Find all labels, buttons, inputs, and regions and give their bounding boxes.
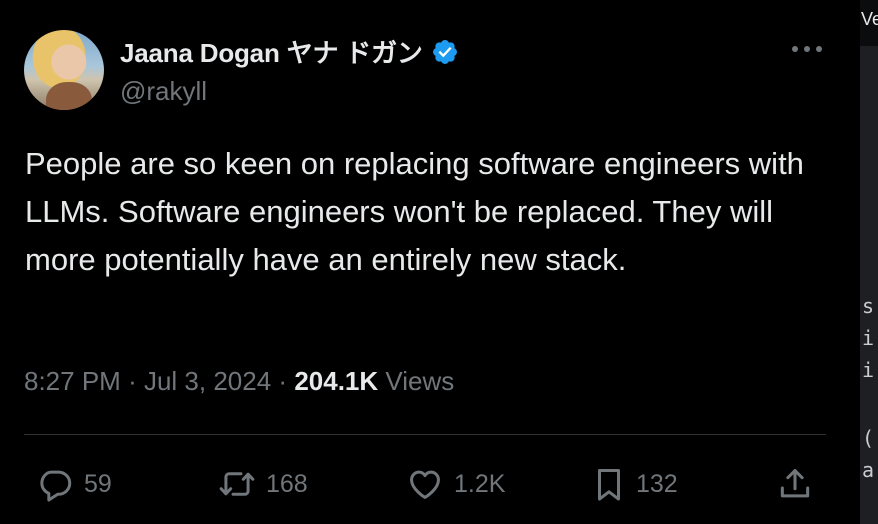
background-window: Ve s i i ( a bbox=[860, 0, 878, 524]
repost-button[interactable]: 168 bbox=[216, 462, 308, 506]
more-icon bbox=[792, 46, 822, 52]
views-label: Views bbox=[385, 366, 455, 396]
code-fragment: s bbox=[862, 294, 875, 318]
views-count[interactable]: 204.1K bbox=[294, 366, 378, 396]
reply-count: 59 bbox=[84, 469, 112, 498]
meta-separator: · bbox=[128, 366, 137, 396]
like-button[interactable]: 1.2K bbox=[404, 462, 505, 506]
verified-badge-icon[interactable] bbox=[431, 38, 459, 66]
author-handle[interactable]: @rakyll bbox=[120, 76, 207, 107]
bookmark-count: 132 bbox=[636, 469, 678, 498]
repost-count: 168 bbox=[266, 469, 308, 498]
avatar-figure bbox=[46, 82, 92, 110]
share-button[interactable] bbox=[776, 462, 814, 506]
tweet-time[interactable]: 8:27 PM bbox=[24, 366, 121, 396]
bookmark-icon bbox=[597, 469, 621, 501]
bookmark-button[interactable]: 132 bbox=[590, 462, 678, 506]
author-name[interactable]: Jaana Dogan ヤナ ドガン bbox=[120, 33, 423, 70]
like-count: 1.2K bbox=[454, 469, 506, 498]
code-fragment: i bbox=[862, 326, 875, 350]
tweet-text: People are so keen on replacing software… bbox=[25, 146, 804, 277]
tweet-date[interactable]: Jul 3, 2024 bbox=[144, 366, 271, 396]
meta-separator: · bbox=[278, 366, 288, 396]
tweet-card: Jaana Dogan ヤナ ドガン @rakyll People are so… bbox=[0, 0, 860, 524]
share-icon bbox=[780, 469, 810, 498]
code-fragment: ( bbox=[862, 426, 875, 450]
code-fragment: i bbox=[862, 358, 875, 382]
author-name-row: Jaana Dogan ヤナ ドガン bbox=[120, 33, 459, 70]
more-options-button[interactable] bbox=[788, 36, 826, 62]
background-tab-fragment: Ve bbox=[861, 9, 878, 29]
like-icon bbox=[410, 470, 440, 499]
divider bbox=[24, 434, 826, 435]
code-fragment: a bbox=[862, 458, 875, 482]
action-bar: 59 168 1.2K 132 bbox=[24, 462, 826, 506]
avatar[interactable] bbox=[24, 30, 104, 110]
reply-button[interactable]: 59 bbox=[34, 462, 112, 506]
reply-icon bbox=[40, 470, 72, 502]
tweet-meta: 8:27 PM · Jul 3, 2024 · 204.1K Views bbox=[24, 366, 454, 397]
repost-icon bbox=[219, 472, 255, 496]
